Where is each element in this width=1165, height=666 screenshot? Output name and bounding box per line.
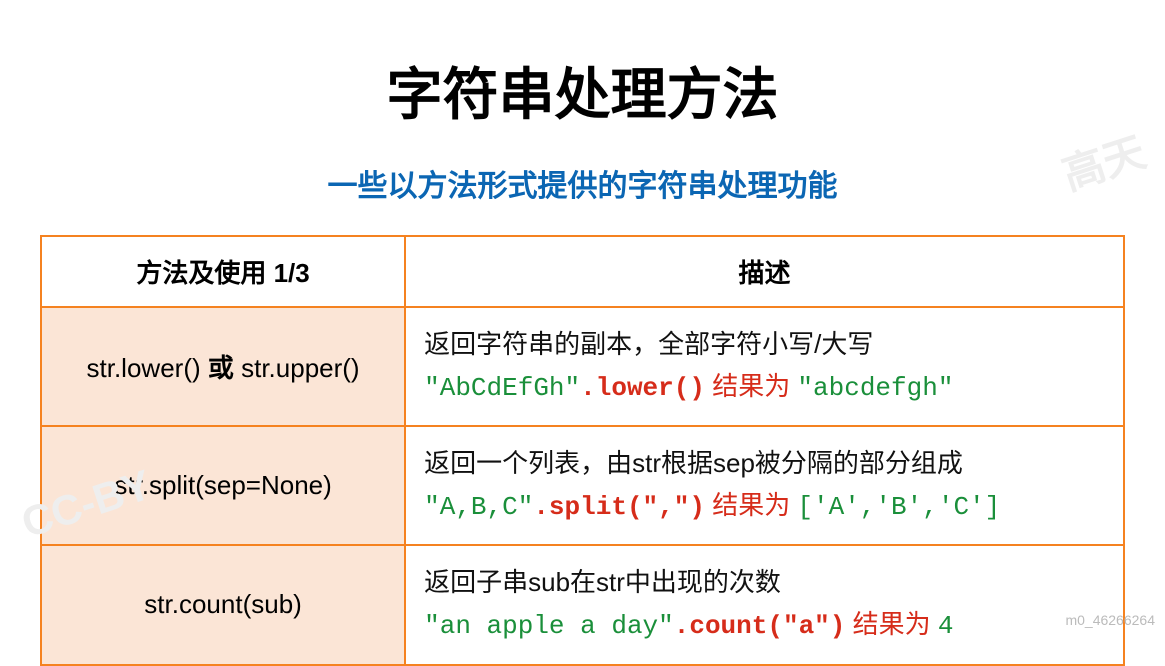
example-call: .lower() <box>580 373 705 403</box>
table-row: str.count(sub) 返回子串sub在str中出现的次数 "an app… <box>41 545 1124 664</box>
method-text: str.split(sep=None) <box>114 470 331 500</box>
table-header-method: 方法及使用 1/3 <box>41 236 405 307</box>
example-sep: 结果为 <box>705 371 797 401</box>
method-cell: str.lower() 或 str.upper() <box>41 307 405 426</box>
example-result: 4 <box>938 611 954 641</box>
method-text: str.lower() <box>87 353 208 383</box>
page-subtitle: 一些以方法形式提供的字符串处理功能 <box>40 161 1125 205</box>
example-line: "AbCdEfGh".lower() 结果为 "abcdefgh" <box>424 366 1105 410</box>
example-result: "abcdefgh" <box>797 373 953 403</box>
methods-table: 方法及使用 1/3 描述 str.lower() 或 str.upper() 返… <box>40 235 1125 666</box>
table-header-desc: 描述 <box>405 236 1124 307</box>
method-cell: str.split(sep=None) <box>41 426 405 545</box>
example-string: "A,B,C" <box>424 492 533 522</box>
page-title: 字符串处理方法 <box>40 50 1125 131</box>
desc-cell: 返回一个列表，由str根据sep被分隔的部分组成 "A,B,C".split("… <box>405 426 1124 545</box>
example-sep: 结果为 <box>705 490 797 520</box>
example-string: "AbCdEfGh" <box>424 373 580 403</box>
method-text-or: 或 <box>208 353 234 383</box>
desc-text: 返回一个列表，由str根据sep被分隔的部分组成 <box>424 443 1105 485</box>
desc-text: 返回子串sub在str中出现的次数 <box>424 562 1105 604</box>
table-header-row: 方法及使用 1/3 描述 <box>41 236 1124 307</box>
method-text: str.count(sub) <box>144 589 302 619</box>
example-call: .split(",") <box>533 492 705 522</box>
example-line: "A,B,C".split(",") 结果为 ['A','B','C'] <box>424 485 1105 529</box>
desc-cell: 返回子串sub在str中出现的次数 "an apple a day".count… <box>405 545 1124 664</box>
footer-watermark: m0_46266264 <box>1065 612 1155 628</box>
desc-cell: 返回字符串的副本，全部字符小写/大写 "AbCdEfGh".lower() 结果… <box>405 307 1124 426</box>
method-text: str.upper() <box>234 353 360 383</box>
desc-text: 返回字符串的副本，全部字符小写/大写 <box>424 324 1105 366</box>
example-call: .count("a") <box>674 611 846 641</box>
method-cell: str.count(sub) <box>41 545 405 664</box>
example-line: "an apple a day".count("a") 结果为 4 <box>424 604 1105 648</box>
table-row: str.lower() 或 str.upper() 返回字符串的副本，全部字符小… <box>41 307 1124 426</box>
table-row: str.split(sep=None) 返回一个列表，由str根据sep被分隔的… <box>41 426 1124 545</box>
slide-container: 字符串处理方法 一些以方法形式提供的字符串处理功能 方法及使用 1/3 描述 s… <box>0 0 1165 666</box>
example-result: ['A','B','C'] <box>797 492 1000 522</box>
example-sep: 结果为 <box>845 609 937 639</box>
example-string: "an apple a day" <box>424 611 674 641</box>
